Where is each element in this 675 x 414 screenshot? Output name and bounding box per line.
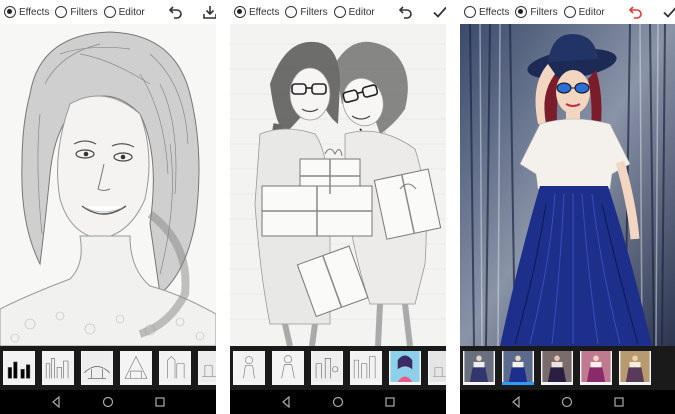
top-toolbar: Effects Filters Editor xyxy=(0,0,216,24)
undo-icon[interactable] xyxy=(627,3,645,21)
filter-strip[interactable] xyxy=(0,346,216,390)
filter-thumb[interactable] xyxy=(541,351,573,385)
filter-thumb[interactable] xyxy=(311,351,343,385)
back-icon[interactable] xyxy=(279,395,293,409)
tab-effects-label: Effects xyxy=(19,6,50,18)
radio-editor[interactable] xyxy=(103,6,116,18)
tab-effects-label: Effects xyxy=(249,6,280,18)
home-icon[interactable] xyxy=(101,395,115,409)
filter-thumb[interactable] xyxy=(233,351,265,385)
tab-filters[interactable]: Filters xyxy=(285,6,328,18)
screen-filter-fashion: Effects Filters Editor xyxy=(460,0,675,414)
back-icon[interactable] xyxy=(49,395,63,409)
screen-sketch-portrait: Effects Filters Editor xyxy=(0,0,216,414)
filter-thumb[interactable] xyxy=(42,351,74,385)
sketch-photo-woman-portrait[interactable] xyxy=(0,24,216,346)
tab-filters-label: Filters xyxy=(70,6,98,18)
filter-thumb[interactable] xyxy=(81,351,113,385)
system-navbar xyxy=(460,390,675,414)
tab-filters-label: Filters xyxy=(530,6,558,18)
filter-thumb[interactable] xyxy=(272,351,304,385)
tab-editor-label: Editor xyxy=(348,6,375,18)
tab-effects[interactable]: Effects xyxy=(4,6,49,18)
filter-thumb[interactable] xyxy=(120,351,152,385)
filter-thumb[interactable] xyxy=(198,351,216,385)
filter-thumb[interactable] xyxy=(350,351,382,385)
tab-filters[interactable]: Filters xyxy=(55,6,98,18)
tab-editor[interactable]: Editor xyxy=(563,6,605,18)
tab-effects[interactable]: Effects xyxy=(464,6,509,18)
undo-icon[interactable] xyxy=(167,3,185,21)
radio-editor[interactable] xyxy=(333,6,346,18)
screen-sketch-friends: Effects Filters Editor xyxy=(230,0,446,414)
system-navbar xyxy=(0,390,216,414)
back-icon[interactable] xyxy=(509,395,523,409)
check-icon[interactable] xyxy=(431,3,446,21)
radio-editor[interactable] xyxy=(563,6,576,18)
filtered-photo-woman-hat[interactable] xyxy=(460,24,675,346)
top-toolbar: Effects Filters Editor xyxy=(230,0,446,24)
check-icon[interactable] xyxy=(661,3,675,21)
undo-icon[interactable] xyxy=(397,3,415,21)
system-navbar xyxy=(230,390,446,414)
tab-editor[interactable]: Editor xyxy=(103,6,145,18)
recents-icon[interactable] xyxy=(153,395,167,409)
tab-filters[interactable]: Filters xyxy=(515,6,558,18)
filter-thumb[interactable] xyxy=(159,351,191,385)
radio-effects[interactable] xyxy=(234,6,246,18)
recents-icon[interactable] xyxy=(383,395,397,409)
radio-filters[interactable] xyxy=(285,6,298,18)
home-icon[interactable] xyxy=(331,395,345,409)
filter-thumb[interactable] xyxy=(428,351,446,385)
filter-thumb[interactable] xyxy=(619,351,651,385)
tab-filters-label: Filters xyxy=(300,6,328,18)
radio-filters[interactable] xyxy=(55,6,68,18)
tab-effects[interactable]: Effects xyxy=(234,6,279,18)
download-icon[interactable] xyxy=(201,3,216,21)
radio-filters[interactable] xyxy=(515,6,528,18)
tab-editor-label: Editor xyxy=(578,6,605,18)
tab-editor-label: Editor xyxy=(118,6,145,18)
top-toolbar: Effects Filters Editor xyxy=(460,0,675,24)
filter-thumb-selected[interactable] xyxy=(502,351,534,385)
recents-icon[interactable] xyxy=(612,395,626,409)
filter-thumb[interactable] xyxy=(463,351,495,385)
filter-thumb[interactable] xyxy=(3,351,35,385)
filter-thumb[interactable] xyxy=(580,351,612,385)
sketch-photo-two-friends-gifts[interactable] xyxy=(230,24,446,346)
filter-thumb[interactable] xyxy=(389,351,421,385)
home-icon[interactable] xyxy=(560,395,574,409)
radio-effects[interactable] xyxy=(4,6,16,18)
filter-strip[interactable] xyxy=(230,346,446,390)
tab-effects-label: Effects xyxy=(479,6,510,18)
filter-strip[interactable] xyxy=(460,346,675,390)
tab-editor[interactable]: Editor xyxy=(333,6,375,18)
radio-effects[interactable] xyxy=(464,6,476,18)
